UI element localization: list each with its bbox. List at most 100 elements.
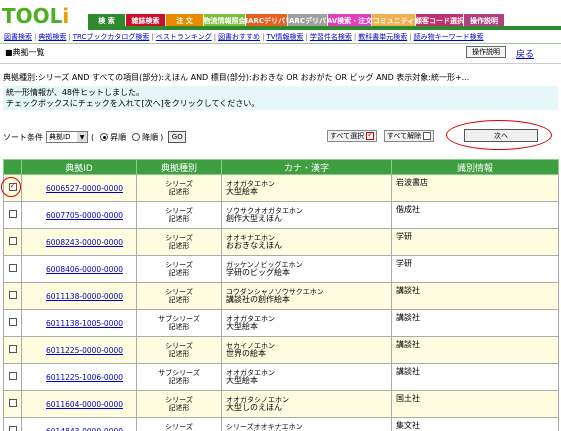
kanji-text: 創作大型えほん	[226, 214, 282, 223]
row-checkbox-cell	[3, 390, 22, 418]
column-header: 識別情報	[391, 159, 559, 175]
row-checkbox-cell	[3, 282, 22, 310]
id-cell: 6011225-0000-0000	[21, 336, 137, 364]
form-label: 記述形	[168, 296, 190, 304]
authority-id-link[interactable]: 6011138-1005-0000	[46, 319, 123, 328]
subnav-link[interactable]: 図書検索	[4, 33, 32, 41]
authority-id-link[interactable]: 6011225-0000-0000	[46, 346, 123, 355]
subnav-link[interactable]: 学習件名検索	[310, 33, 352, 41]
kanji-text: おおきなえほん	[226, 241, 282, 250]
sort-controls: ソート条件 典拠ID ▼ ( 昇順 降順 ) GO	[3, 130, 187, 144]
type-cell: シリーズ記述形	[136, 282, 222, 310]
authority-id-link[interactable]: 6011225-1006-0000	[46, 373, 123, 382]
row-checkbox[interactable]	[8, 291, 17, 299]
kanji-text: 講談社の創作絵本	[226, 295, 290, 304]
type-label: サブシリーズ	[158, 315, 200, 323]
subnav-link[interactable]: 典拠検索	[38, 33, 66, 41]
column-header[interactable]: 典拠ID	[21, 159, 137, 175]
kanji-text: 大型絵本	[226, 187, 258, 196]
separator: |	[151, 33, 154, 41]
authority-id-link[interactable]: 6007705-0000-0000	[46, 211, 123, 220]
subnav-link[interactable]: 図書おすすめ	[218, 33, 260, 41]
info-box: 統一形情報が、48件ヒットしました。 チェックボックスにチェックを入れて[次へ]…	[3, 86, 558, 110]
desc-label: 降順	[142, 132, 159, 142]
separator: |	[68, 33, 71, 41]
authority-id-link[interactable]: 6008243-0000-0000	[46, 238, 123, 247]
table-row: 6008406-0000-0000 シリーズ 記述形 ガッケンノビッグエホン 学研のビッ…	[3, 255, 559, 283]
deselect-all-button[interactable]: すべて解除	[384, 130, 434, 142]
table-row: 6008243-0000-0000 シリーズ 記述形 オオキナエホン おおきなえほん 学研	[3, 228, 559, 256]
column-header: カナ・漢字	[221, 159, 392, 175]
table-row: 6011604-0000-0000 シリーズ 記述形 オオガタシノエホン 大型しのえほん…	[3, 390, 559, 418]
row-checkbox-cell	[3, 363, 22, 391]
publisher-cell: 学研	[391, 228, 559, 256]
subnav-link[interactable]: 読み物キーワード検索	[414, 33, 484, 41]
name-cell: オオガタシノエホン 大型しのえほん	[221, 390, 392, 418]
tooli-logo[interactable]: TOOLi	[2, 4, 69, 28]
column-header: 典拠種別	[136, 159, 222, 175]
table-header-row: 典拠ID 典拠種別 カナ・漢字 識別情報	[3, 159, 559, 175]
publisher-cell: 講談社	[391, 282, 559, 310]
top-bar: TOOLi 検 索雑誌検索注 文物流情報照会MARCデリバリMARCデリバリAV…	[0, 0, 561, 30]
row-checkbox[interactable]	[8, 426, 17, 431]
highlight-annotation	[1, 177, 21, 197]
type-label: シリーズ	[165, 288, 193, 296]
chevron-down-icon: ▼	[77, 132, 87, 142]
subnav-link[interactable]: TV情報検索	[266, 33, 303, 41]
desc-radio[interactable]	[132, 133, 141, 141]
go-button[interactable]: GO	[168, 131, 187, 143]
subnav-link[interactable]: ベストランキング	[156, 33, 212, 41]
row-checkbox[interactable]	[8, 345, 17, 353]
name-cell: オオガタエホン 大型絵本	[221, 363, 392, 391]
paren-open: (	[91, 132, 95, 142]
asc-radio[interactable]	[100, 133, 109, 141]
name-cell: オオガタエホン 大型絵本	[221, 174, 392, 202]
form-label: 記述形	[168, 188, 190, 196]
row-checkbox[interactable]	[8, 372, 17, 380]
subnav-link[interactable]: TRCブックカタログ検索	[73, 33, 150, 41]
authority-table: 典拠ID 典拠種別 カナ・漢字 識別情報 6006527-0000-0000 シリ…	[3, 159, 559, 431]
id-cell: 6007705-0000-0000	[21, 201, 137, 229]
instruction-text: チェックボックスにチェックを入れて[次へ]をクリックしてください。	[6, 99, 260, 108]
separator: |	[34, 33, 37, 41]
sub-navigation: 図書検索 | 典拠検索 | TRCブックカタログ検索 | ベストランキング | 図書おすすめ | T…	[4, 32, 557, 42]
select-all-button[interactable]: すべて選択	[327, 130, 377, 142]
row-checkbox[interactable]	[8, 318, 17, 326]
type-label: シリーズ	[165, 180, 193, 188]
type-cell: シリーズ記述形	[136, 390, 222, 418]
form-label: 記述形	[168, 215, 190, 223]
row-checkbox[interactable]	[8, 210, 17, 218]
row-checkbox[interactable]	[8, 237, 17, 245]
kanji-text: 大型絵本	[226, 322, 258, 331]
authority-id-link[interactable]: 6014843-0000-0000	[46, 427, 123, 431]
id-cell: 6011138-1005-0000	[21, 309, 137, 337]
help-button[interactable]: 操作説明	[466, 46, 506, 58]
subnav-link[interactable]: 教科書単元検索	[358, 33, 407, 41]
authority-id-link[interactable]: 6011604-0000-0000	[46, 400, 123, 409]
kanji-text: 世界の絵本	[226, 349, 266, 358]
id-cell: 6011604-0000-0000	[21, 390, 137, 418]
separator: |	[409, 33, 412, 41]
row-checkbox[interactable]	[8, 264, 17, 272]
type-label: サブシリーズ	[158, 369, 200, 377]
page-title: ■典拠一覧	[5, 48, 45, 57]
row-checkbox-cell	[3, 201, 22, 229]
authority-id-link[interactable]: 6008406-0000-0000	[46, 265, 123, 274]
id-cell: 6008406-0000-0000	[21, 255, 137, 283]
kanji-text: 学研のビッグ絵本	[226, 268, 290, 277]
form-label: 記述形	[168, 323, 190, 331]
form-label: 記述形	[168, 404, 190, 412]
back-link[interactable]: 戻る	[516, 47, 534, 60]
sort-select[interactable]: 典拠ID ▼	[46, 131, 88, 143]
row-checkbox[interactable]	[8, 399, 17, 407]
type-label: シリーズ	[165, 207, 193, 215]
authority-id-link[interactable]: 6006527-0000-0000	[46, 184, 123, 193]
authority-id-link[interactable]: 6011138-0000-0000	[46, 292, 123, 301]
separator: |	[262, 33, 265, 41]
type-label: シリーズ	[165, 261, 193, 269]
asc-label: 昇順	[110, 132, 127, 142]
type-cell: シリーズ記述形	[136, 174, 222, 202]
id-cell: 6014843-0000-0000	[21, 417, 137, 431]
separator: |	[353, 33, 357, 41]
column-header	[3, 159, 22, 175]
